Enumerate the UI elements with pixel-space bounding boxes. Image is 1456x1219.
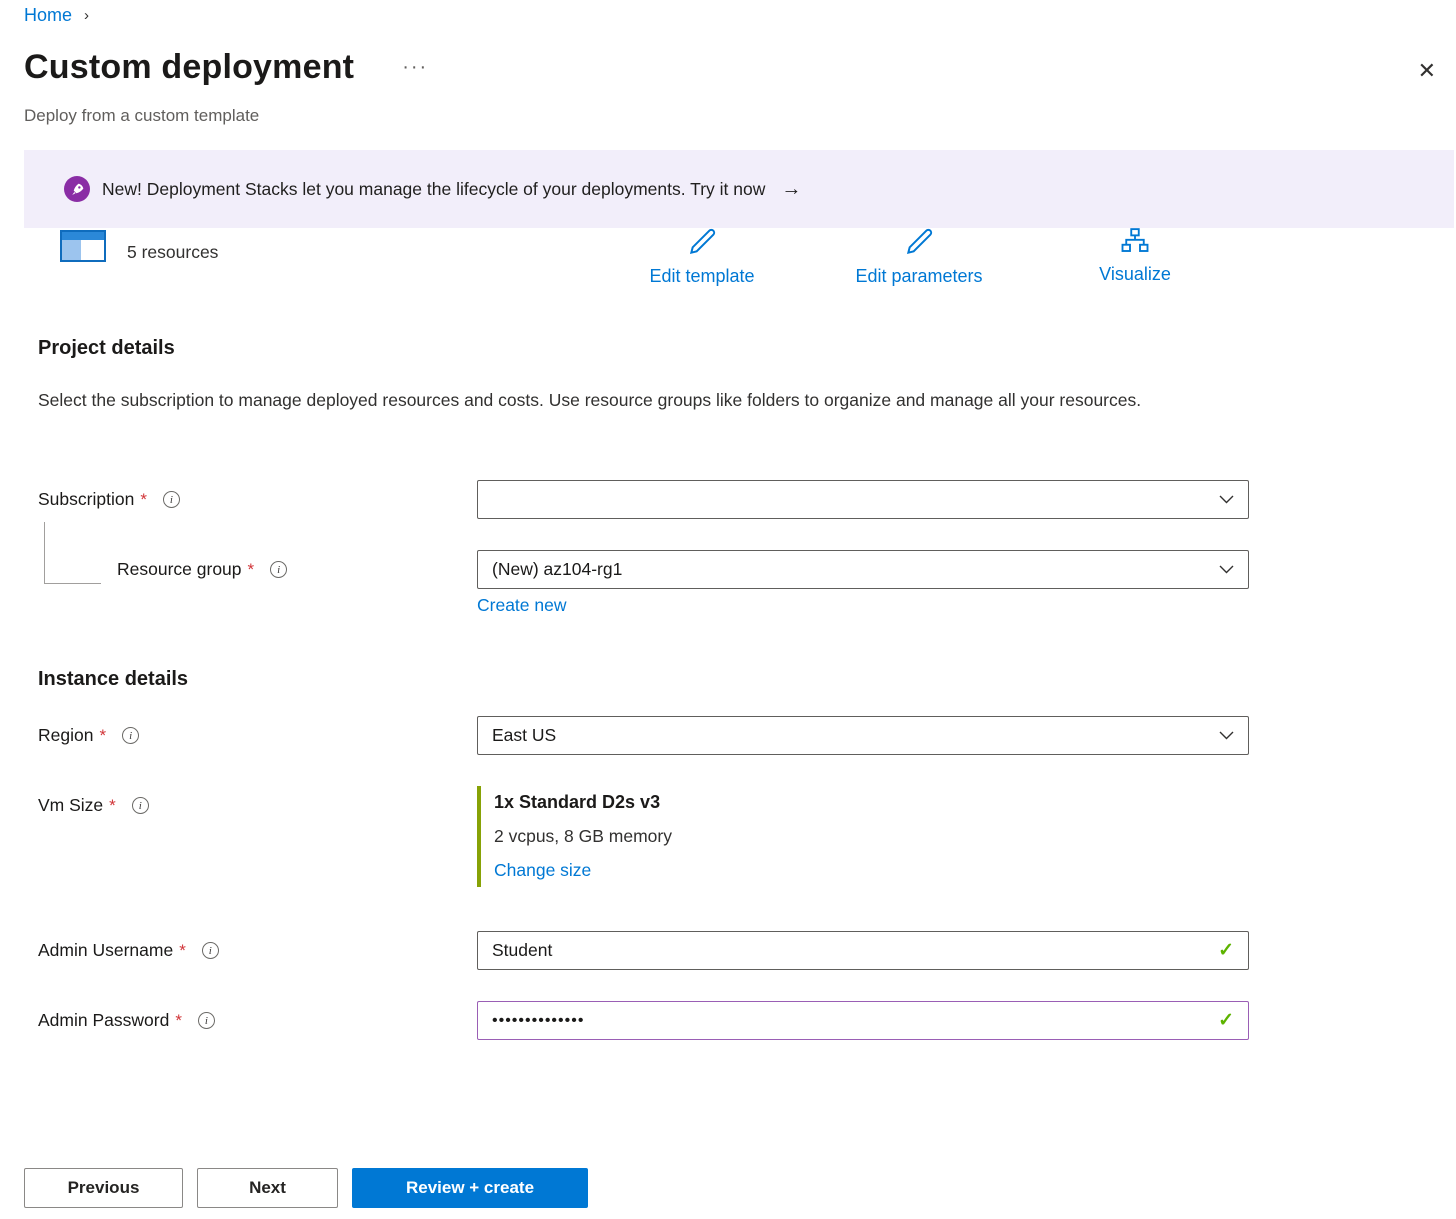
info-icon[interactable]: i (122, 727, 139, 744)
checkmark-icon: ✓ (1218, 939, 1234, 962)
vm-size-selection: 1x Standard D2s v3 (494, 792, 672, 813)
region-dropdown[interactable]: East US (477, 716, 1249, 755)
chevron-down-icon (1219, 731, 1234, 740)
subscription-group-connector (44, 522, 101, 584)
template-resources-count: 5 resources (127, 242, 218, 263)
info-icon[interactable]: i (198, 1012, 215, 1029)
info-icon[interactable]: i (270, 561, 287, 578)
more-options-icon[interactable]: ··· (402, 56, 428, 79)
resource-group-label: Resource group * i (117, 559, 287, 580)
page-subtitle: Deploy from a custom template (24, 106, 259, 126)
pencil-icon (903, 226, 935, 263)
edit-parameters-button[interactable]: Edit parameters (834, 226, 1004, 287)
admin-username-label: Admin Username * i (38, 940, 219, 961)
info-icon[interactable]: i (202, 942, 219, 959)
chevron-down-icon (1219, 565, 1234, 574)
admin-username-input[interactable] (492, 940, 1208, 961)
region-value: East US (492, 725, 1219, 746)
admin-username-label-text: Admin Username (38, 940, 173, 961)
vm-size-label-text: Vm Size (38, 795, 103, 816)
vm-size-label: Vm Size * i (38, 795, 149, 816)
info-icon[interactable]: i (163, 491, 180, 508)
banner-text: New! Deployment Stacks let you manage th… (102, 179, 765, 200)
resource-group-value: (New) az104-rg1 (492, 559, 1219, 580)
previous-button[interactable]: Previous (24, 1168, 183, 1208)
resource-group-dropdown[interactable]: (New) az104-rg1 (477, 550, 1249, 589)
arrow-right-icon: → (781, 178, 801, 201)
admin-password-field[interactable]: ✓ (477, 1001, 1249, 1040)
edit-template-button[interactable]: Edit template (622, 226, 782, 287)
project-details-heading: Project details (38, 337, 175, 360)
create-new-link[interactable]: Create new (477, 595, 567, 616)
visualize-button[interactable]: Visualize (1075, 226, 1195, 285)
admin-username-field[interactable]: ✓ (477, 931, 1249, 970)
admin-password-input[interactable] (492, 1012, 1208, 1030)
checkmark-icon: ✓ (1218, 1009, 1234, 1032)
breadcrumb-chevron-icon: › (84, 7, 89, 24)
resource-group-label-text: Resource group (117, 559, 242, 580)
close-icon[interactable]: ✕ (1418, 60, 1436, 82)
required-asterisk: * (109, 796, 116, 816)
pencil-icon (686, 226, 718, 263)
visualize-label: Visualize (1099, 264, 1171, 285)
required-asterisk: * (140, 490, 147, 510)
breadcrumb-home-link[interactable]: Home (24, 5, 72, 26)
vm-size-specs: 2 vcpus, 8 GB memory (494, 826, 672, 847)
subscription-label: Subscription * i (38, 489, 180, 510)
vm-size-summary: 1x Standard D2s v3 2 vcpus, 8 GB memory … (477, 786, 672, 887)
edit-parameters-label: Edit parameters (855, 266, 982, 287)
template-icon (60, 228, 106, 269)
next-button[interactable]: Next (197, 1168, 338, 1208)
project-details-description: Select the subscription to manage deploy… (38, 384, 1188, 416)
deployment-stacks-banner[interactable]: New! Deployment Stacks let you manage th… (24, 150, 1454, 228)
change-size-link[interactable]: Change size (494, 860, 591, 881)
region-label-text: Region (38, 725, 93, 746)
admin-password-label: Admin Password * i (38, 1010, 215, 1031)
required-asterisk: * (99, 726, 106, 746)
edit-template-label: Edit template (649, 266, 754, 287)
page-title: Custom deployment (24, 48, 354, 87)
subscription-dropdown[interactable] (477, 480, 1249, 519)
instance-details-heading: Instance details (38, 668, 188, 691)
chevron-down-icon (1219, 495, 1234, 504)
subscription-label-text: Subscription (38, 489, 134, 510)
rocket-icon (64, 176, 90, 202)
review-create-button[interactable]: Review + create (352, 1168, 588, 1208)
custom-deployment-page: Home › Custom deployment ··· ✕ Deploy fr… (0, 0, 1456, 1219)
region-label: Region * i (38, 725, 139, 746)
required-asterisk: * (175, 1011, 182, 1031)
breadcrumb: Home › (24, 5, 89, 26)
required-asterisk: * (248, 560, 255, 580)
title-row: Custom deployment ··· (24, 48, 428, 87)
visualize-icon (1120, 226, 1150, 261)
admin-password-label-text: Admin Password (38, 1010, 169, 1031)
info-icon[interactable]: i (132, 797, 149, 814)
required-asterisk: * (179, 941, 186, 961)
